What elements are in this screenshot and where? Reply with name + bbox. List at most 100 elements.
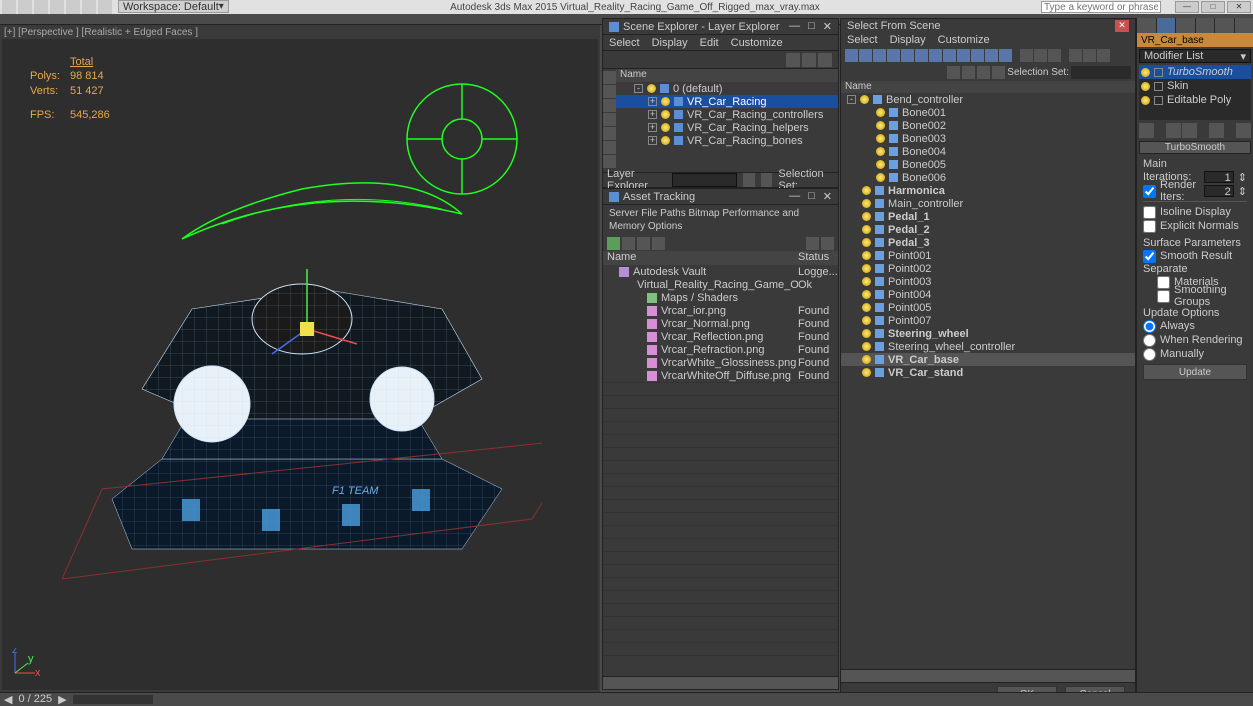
visibility-icon[interactable] <box>862 316 871 325</box>
filter-button[interactable] <box>603 141 616 154</box>
stack-button[interactable] <box>1182 123 1197 138</box>
explicit-checkbox[interactable] <box>1143 220 1156 233</box>
time-slider-prev[interactable]: ◀ <box>4 693 12 706</box>
filter-button[interactable] <box>999 49 1012 62</box>
visibility-icon[interactable] <box>862 329 871 338</box>
visibility-icon[interactable] <box>862 355 871 364</box>
scene-list-row[interactable]: Point003 <box>841 275 1135 288</box>
modifier-stack-item[interactable]: Editable Poly <box>1139 93 1251 107</box>
expand-icon[interactable]: - <box>847 95 856 104</box>
tool-button[interactable] <box>947 66 960 79</box>
minimize-icon[interactable]: — <box>789 190 800 203</box>
modifier-expand-icon[interactable] <box>1154 82 1163 91</box>
visibility-icon[interactable] <box>876 121 885 130</box>
qat-icon[interactable] <box>18 0 32 14</box>
visibility-icon[interactable] <box>876 173 885 182</box>
scene-list-row[interactable]: Point005 <box>841 301 1135 314</box>
filter-button[interactable] <box>943 49 956 62</box>
tree-item[interactable]: +VR_Car_Racing_bones <box>616 134 838 147</box>
maximize-icon[interactable]: □ <box>808 20 815 33</box>
tool-button[interactable] <box>821 237 834 250</box>
tree-item[interactable]: +VR_Car_Racing_controllers <box>616 108 838 121</box>
app-icon[interactable] <box>2 0 16 14</box>
filter-button[interactable] <box>887 49 900 62</box>
tool-button[interactable] <box>637 237 650 250</box>
expand-icon[interactable]: + <box>648 110 657 119</box>
visibility-icon[interactable] <box>876 147 885 156</box>
scene-list-row[interactable]: Bone002 <box>841 119 1135 132</box>
expand-icon[interactable]: + <box>648 123 657 132</box>
viewport-label[interactable]: [+] [Perspective ] [Realistic + Edged Fa… <box>4 27 198 38</box>
scene-list-row[interactable]: Bone001 <box>841 106 1135 119</box>
layer-button[interactable] <box>761 173 772 187</box>
asset-row[interactable]: VrcarWhite_Glossiness.pngFound <box>603 356 838 369</box>
smoothing-groups-checkbox[interactable] <box>1157 290 1170 303</box>
filter-button[interactable] <box>603 155 616 168</box>
visibility-icon[interactable] <box>862 264 871 273</box>
create-tab[interactable] <box>1137 18 1156 33</box>
tree-item[interactable]: +VR_Car_Racing_helpers <box>616 121 838 134</box>
stack-button[interactable] <box>1166 123 1181 138</box>
smooth-result-checkbox[interactable] <box>1143 250 1156 263</box>
modifier-list-dropdown[interactable]: Modifier List▾ <box>1139 49 1251 63</box>
visibility-icon[interactable] <box>876 108 885 117</box>
scene-list-row[interactable]: VR_Car_stand <box>841 366 1135 379</box>
visibility-icon[interactable] <box>661 110 670 119</box>
menu-customize[interactable]: Customize <box>731 37 783 49</box>
tool-button[interactable] <box>607 237 620 250</box>
filter-button[interactable] <box>985 49 998 62</box>
maximize-icon[interactable]: □ <box>808 190 815 203</box>
scene-list-row[interactable]: Point007 <box>841 314 1135 327</box>
scene-list-row[interactable]: Bone006 <box>841 171 1135 184</box>
expand-icon[interactable]: + <box>648 136 657 145</box>
visibility-icon[interactable] <box>862 186 871 195</box>
dialog-title[interactable]: Select From Scene ✕ <box>841 19 1135 33</box>
close-icon[interactable]: ✕ <box>1115 20 1129 32</box>
filter-button[interactable] <box>1083 49 1096 62</box>
qat-icon[interactable] <box>98 0 112 14</box>
workspace-selector[interactable]: Workspace: Default ▾ <box>118 0 229 13</box>
modifier-stack-item[interactable]: Skin <box>1139 79 1251 93</box>
display-tab[interactable] <box>1215 18 1234 33</box>
filter-button[interactable] <box>603 99 616 112</box>
menu-edit[interactable]: Edit <box>700 37 719 49</box>
visibility-icon[interactable] <box>862 238 871 247</box>
tool-button[interactable] <box>962 66 975 79</box>
filter-button[interactable] <box>845 49 858 62</box>
filter-button[interactable] <box>1097 49 1110 62</box>
minimize-button[interactable]: — <box>1175 1 1199 13</box>
visibility-icon[interactable] <box>661 97 670 106</box>
filter-button[interactable] <box>971 49 984 62</box>
modifier-toggle-icon[interactable] <box>1141 96 1150 105</box>
asset-row[interactable]: VrcarWhiteOff_Diffuse.pngFound <box>603 369 838 382</box>
modifier-toggle-icon[interactable] <box>1141 82 1150 91</box>
close-icon[interactable]: ✕ <box>823 190 832 203</box>
isoline-checkbox[interactable] <box>1143 206 1156 219</box>
scene-list-row[interactable]: Bone004 <box>841 145 1135 158</box>
scene-list-row[interactable]: Steering_wheel_controller <box>841 340 1135 353</box>
filter-button[interactable] <box>603 85 616 98</box>
filter-button[interactable] <box>603 71 616 84</box>
menu-customize[interactable]: Customize <box>938 34 990 46</box>
pin-stack-button[interactable] <box>1139 123 1154 138</box>
asset-row[interactable]: Virtual_Reality_Racing_Game_Off_Rigged_m… <box>603 278 838 291</box>
scene-list-row[interactable]: Steering_wheel <box>841 327 1135 340</box>
layer-button[interactable] <box>743 173 754 187</box>
filter-button[interactable] <box>915 49 928 62</box>
tool-button[interactable] <box>992 66 1005 79</box>
visibility-icon[interactable] <box>862 290 871 299</box>
tool-button[interactable] <box>622 237 635 250</box>
asset-row[interactable]: Vrcar_Reflection.pngFound <box>603 330 838 343</box>
modifier-expand-icon[interactable] <box>1154 96 1163 105</box>
visibility-icon[interactable] <box>862 251 871 260</box>
tool-button[interactable] <box>786 53 800 67</box>
filter-button[interactable] <box>1034 49 1047 62</box>
qat-icon[interactable] <box>34 0 48 14</box>
modifier-stack[interactable]: TurboSmoothSkinEditable Poly <box>1139 65 1251 120</box>
always-radio[interactable] <box>1143 320 1156 333</box>
materials-checkbox[interactable] <box>1157 276 1170 289</box>
layer-dropdown[interactable] <box>672 173 738 187</box>
visibility-icon[interactable] <box>862 368 871 377</box>
scene-list-row[interactable]: Pedal_2 <box>841 223 1135 236</box>
tree-item[interactable]: +VR_Car_Racing <box>616 95 838 108</box>
